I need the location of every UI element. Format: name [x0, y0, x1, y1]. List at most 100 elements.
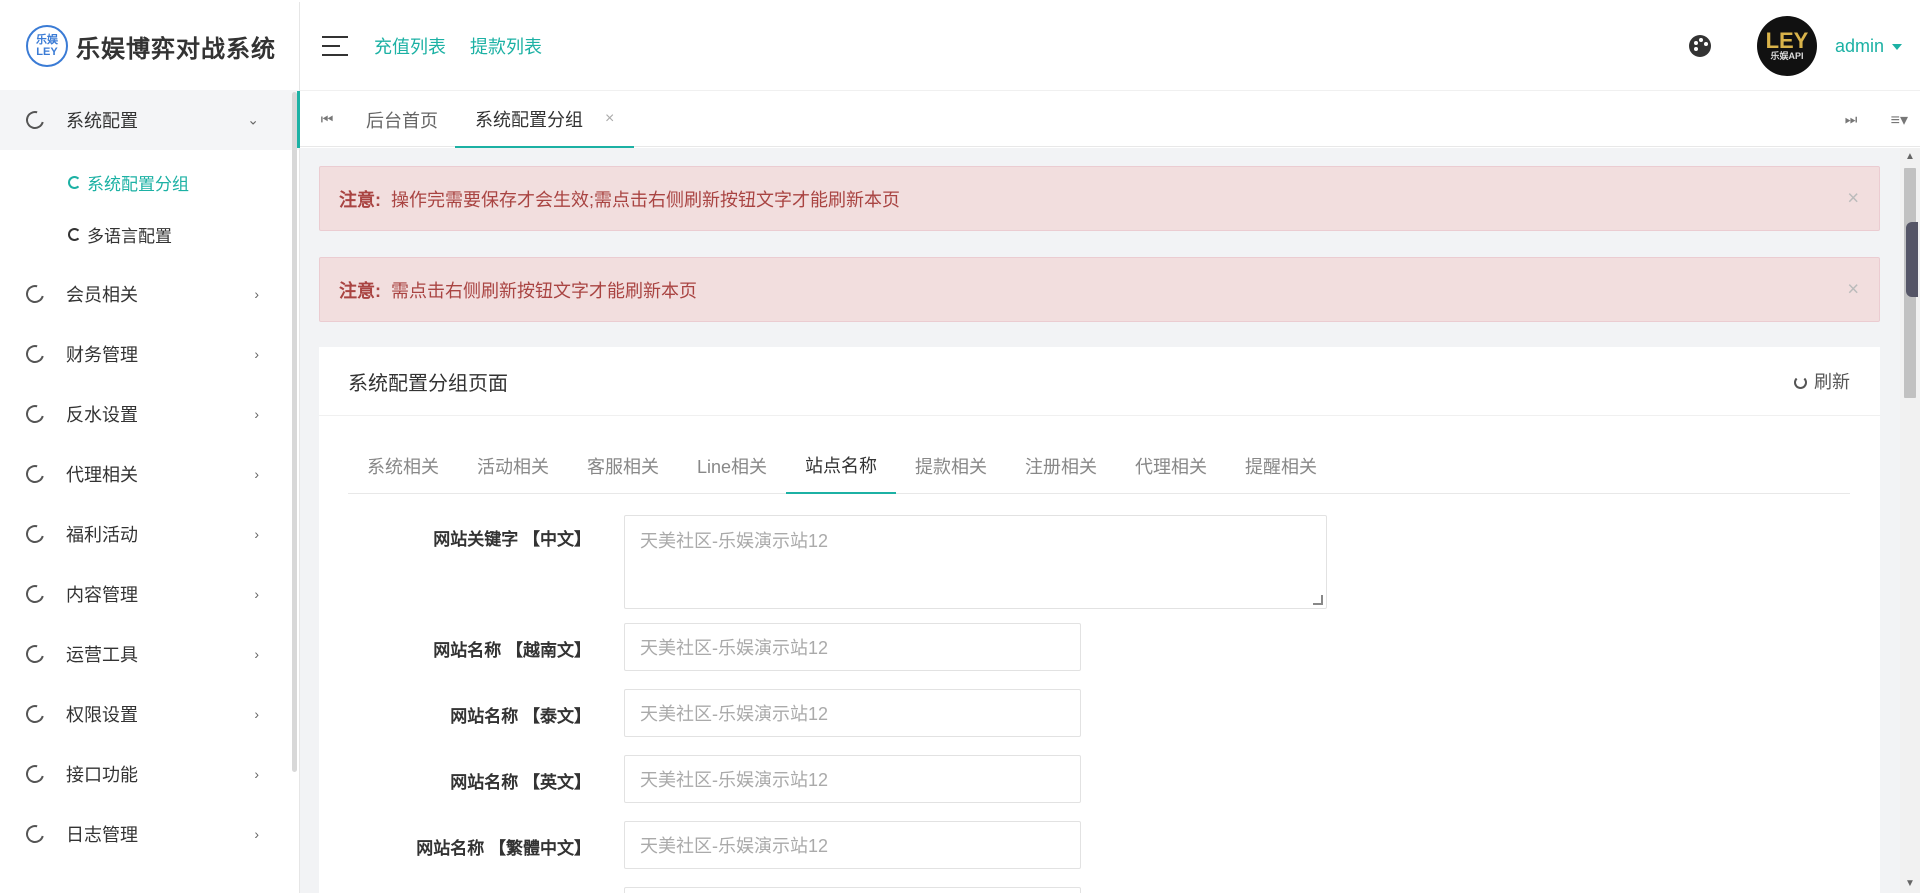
field-label: 网站关键字 【中文】	[433, 530, 591, 549]
submenu-item-label: 多语言配置	[87, 226, 172, 246]
circle-icon	[68, 227, 81, 241]
sidebar-item-permissions[interactable]: 权限设置 ›	[0, 684, 299, 744]
chevron-right-icon: ›	[254, 586, 259, 602]
field-label: 网站名称 【繁體中文】	[416, 839, 591, 858]
sidebar-item-label: 内容管理	[66, 585, 138, 605]
circle-icon	[22, 761, 48, 787]
next-input[interactable]	[624, 887, 1081, 893]
sidebar-item-api[interactable]: 接口功能 ›	[0, 744, 299, 804]
tab-customer-service[interactable]: 客服相关	[568, 437, 678, 494]
sidebar-item-logs[interactable]: 日志管理 ›	[0, 804, 299, 864]
tabs-scroll-right-icon[interactable]: ⏭	[1824, 91, 1878, 148]
sidebar-item-label: 福利活动	[66, 525, 138, 545]
app-title: 乐娱博弈对战系统	[76, 35, 276, 63]
chevron-right-icon: ›	[254, 526, 259, 542]
sidebar-item-label: 反水设置	[66, 405, 138, 425]
field-label: 网站名称 【英文】	[450, 773, 591, 792]
alert-save-notice: 注意: 操作完需要保存才会生效;需点击右侧刷新按钮文字才能刷新本页 ×	[319, 166, 1880, 231]
tabs-menu-icon[interactable]: ≡▾	[1891, 91, 1908, 148]
circle-icon	[22, 641, 48, 667]
sidebar-item-members[interactable]: 会员相关 ›	[0, 264, 299, 324]
name-vi-input[interactable]: 天美社区-乐娱演示站12	[624, 623, 1081, 671]
sidebar-item-operations[interactable]: 运营工具 ›	[0, 624, 299, 684]
chevron-right-icon: ›	[254, 646, 259, 662]
top-header: 充值列表 提款列表 LEY 乐娱API admin	[300, 2, 1920, 90]
close-icon[interactable]: ×	[605, 110, 614, 128]
chevron-right-icon: ›	[254, 286, 259, 302]
tab-system-config-group[interactable]: 系统配置分组 ×	[455, 91, 635, 148]
user-menu[interactable]: admin	[1835, 36, 1902, 57]
tab-agent[interactable]: 代理相关	[1116, 437, 1226, 494]
chevron-right-icon: ›	[254, 346, 259, 362]
config-tabs: 系统相关 活动相关 客服相关 Line相关 站点名称 提款相关 注册相关 代理相…	[348, 437, 1850, 494]
refresh-label: 刷新	[1814, 372, 1850, 392]
sidebar-item-label: 日志管理	[66, 825, 138, 845]
sidebar-item-agent[interactable]: 代理相关 ›	[0, 444, 299, 504]
chevron-down-icon: ⌄	[247, 111, 259, 128]
menu-toggle-icon[interactable]	[322, 36, 348, 56]
card-title: 系统配置分组页面	[348, 372, 508, 395]
tab-label: 系统配置分组	[475, 109, 583, 130]
tab-reminder[interactable]: 提醒相关	[1226, 437, 1336, 494]
circle-icon	[22, 821, 48, 847]
close-icon[interactable]: ×	[1847, 187, 1859, 210]
sidebar-item-label: 接口功能	[66, 765, 138, 785]
tab-withdraw[interactable]: 提款相关	[896, 437, 1006, 494]
sidebar-item-label: 运营工具	[66, 645, 138, 665]
caret-down-icon	[1892, 43, 1902, 50]
tab-line[interactable]: Line相关	[678, 437, 786, 494]
recharge-list-link[interactable]: 充值列表	[374, 33, 446, 59]
sidebar-item-system-config[interactable]: 系统配置 ⌄	[0, 90, 299, 150]
scroll-up-icon[interactable]: ▲	[1900, 148, 1920, 166]
tab-system[interactable]: 系统相关	[348, 437, 458, 494]
chevron-right-icon: ›	[254, 826, 259, 842]
circle-icon	[22, 461, 48, 487]
sidebar-item-finance[interactable]: 财务管理 ›	[0, 324, 299, 384]
circle-icon	[68, 175, 81, 189]
name-th-input[interactable]: 天美社区-乐娱演示站12	[624, 689, 1081, 737]
sidebar: 乐娱 LEY 乐娱博弈对战系统 系统配置 ⌄ 系统配置分组 多语言配置 会员相关…	[0, 2, 300, 893]
field-label: 网站名称 【泰文】	[450, 707, 591, 726]
sidebar-scrollbar[interactable]	[292, 92, 297, 772]
alert-text: 需点击右侧刷新按钮文字才能刷新本页	[391, 280, 697, 301]
tab-register[interactable]: 注册相关	[1006, 437, 1116, 494]
logo-icon: 乐娱 LEY	[26, 25, 68, 67]
chevron-right-icon: ›	[254, 766, 259, 782]
main-content: 注意: 操作完需要保存才会生效;需点击右侧刷新按钮文字才能刷新本页 × 注意: …	[300, 148, 1900, 893]
circle-icon	[22, 341, 48, 367]
field-value: 天美社区-乐娱演示站12	[640, 531, 829, 551]
circle-icon	[22, 701, 48, 727]
logo[interactable]: 乐娱 LEY 乐娱博弈对战系统	[0, 2, 299, 90]
sidebar-item-label: 权限设置	[66, 705, 138, 725]
close-icon[interactable]: ×	[1847, 278, 1859, 301]
tabs-scroll-left-icon[interactable]: ⏮	[300, 91, 354, 148]
name-zh-tw-input[interactable]: 天美社区-乐娱演示站12	[624, 821, 1081, 869]
field-label: 网站名称 【越南文】	[433, 641, 591, 660]
keywords-cn-textarea[interactable]: 天美社区-乐娱演示站12	[624, 515, 1327, 609]
palette-icon[interactable]	[1688, 35, 1711, 57]
name-en-input[interactable]: 天美社区-乐娱演示站12	[624, 755, 1081, 803]
sidebar-item-label: 代理相关	[66, 465, 138, 485]
resize-handle-icon[interactable]	[1313, 595, 1323, 605]
floating-widget[interactable]	[1906, 222, 1918, 297]
config-card: 系统配置分组页面 刷新 系统相关 活动相关 客服相关 Line相关 站点名称 提…	[319, 347, 1880, 893]
submenu-item-language-config[interactable]: 多语言配置	[0, 208, 299, 260]
circle-icon	[22, 521, 48, 547]
refresh-button[interactable]: 刷新	[1794, 368, 1850, 394]
avatar[interactable]: LEY 乐娱API	[1756, 16, 1817, 76]
sidebar-item-content[interactable]: 内容管理 ›	[0, 564, 299, 624]
sidebar-item-welfare[interactable]: 福利活动 ›	[0, 504, 299, 564]
avatar-subtext: 乐娱API	[1770, 51, 1804, 61]
tab-site-name[interactable]: 站点名称	[786, 437, 897, 494]
chevron-right-icon: ›	[254, 706, 259, 722]
refresh-icon	[1794, 376, 1807, 389]
tab-home[interactable]: 后台首页	[366, 91, 438, 148]
scroll-down-icon[interactable]: ▼	[1900, 875, 1920, 893]
page-tabbar: ⏮ 后台首页 系统配置分组 × ⏭ ≡▾	[297, 90, 1920, 148]
tab-activity[interactable]: 活动相关	[458, 437, 568, 494]
submenu-item-config-group[interactable]: 系统配置分组	[0, 156, 299, 208]
chevron-right-icon: ›	[254, 466, 259, 482]
sidebar-item-rebate[interactable]: 反水设置 ›	[0, 384, 299, 444]
withdraw-list-link[interactable]: 提款列表	[470, 33, 542, 59]
user-name: admin	[1834, 35, 1884, 56]
